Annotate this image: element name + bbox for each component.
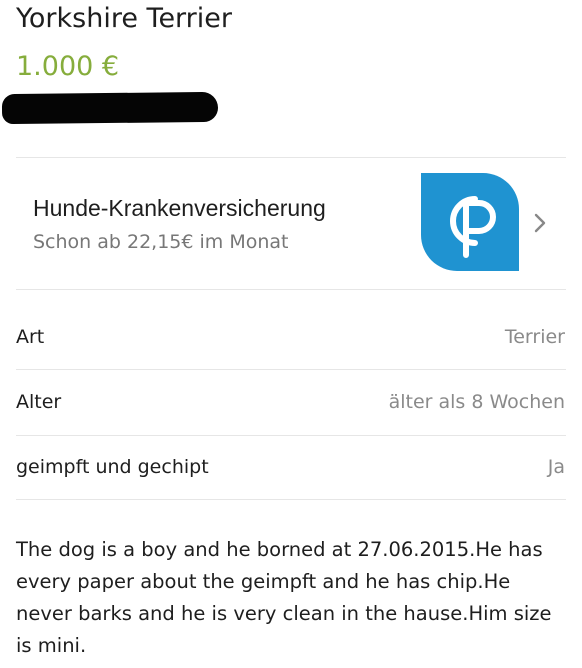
listing-description: The dog is a boy and he borned at 27.06.…	[16, 538, 552, 657]
chevron-right-icon	[533, 211, 549, 235]
divider	[16, 289, 566, 290]
redacted-text-block	[1, 91, 219, 125]
attribute-value: Ja	[547, 456, 565, 478]
promo-title: Hunde-Krankenversicherung	[33, 195, 326, 221]
attribute-value: Terrier	[504, 326, 565, 348]
attribute-row-alter: Alter älter als 8 Wochen	[0, 371, 582, 435]
divider	[16, 369, 566, 370]
cp-logo-icon	[421, 173, 519, 271]
listing-price: 1.000 €	[16, 51, 120, 82]
attribute-row-art: Art Terrier	[0, 306, 582, 370]
attribute-row-geimpft: geimpft und gechipt Ja	[0, 436, 582, 500]
attribute-label: Art	[16, 326, 45, 348]
listing-title: Yorkshire Terrier	[16, 3, 232, 34]
attribute-label: geimpft und gechipt	[16, 456, 209, 478]
divider	[16, 499, 566, 500]
logo-background	[421, 173, 519, 271]
attribute-label: Alter	[16, 391, 62, 413]
insurance-promo-banner[interactable]: Hunde-Krankenversicherung Schon ab 22,15…	[0, 157, 582, 289]
attribute-value: älter als 8 Wochen	[388, 391, 565, 413]
promo-subtitle: Schon ab 22,15€ im Monat	[33, 231, 289, 253]
